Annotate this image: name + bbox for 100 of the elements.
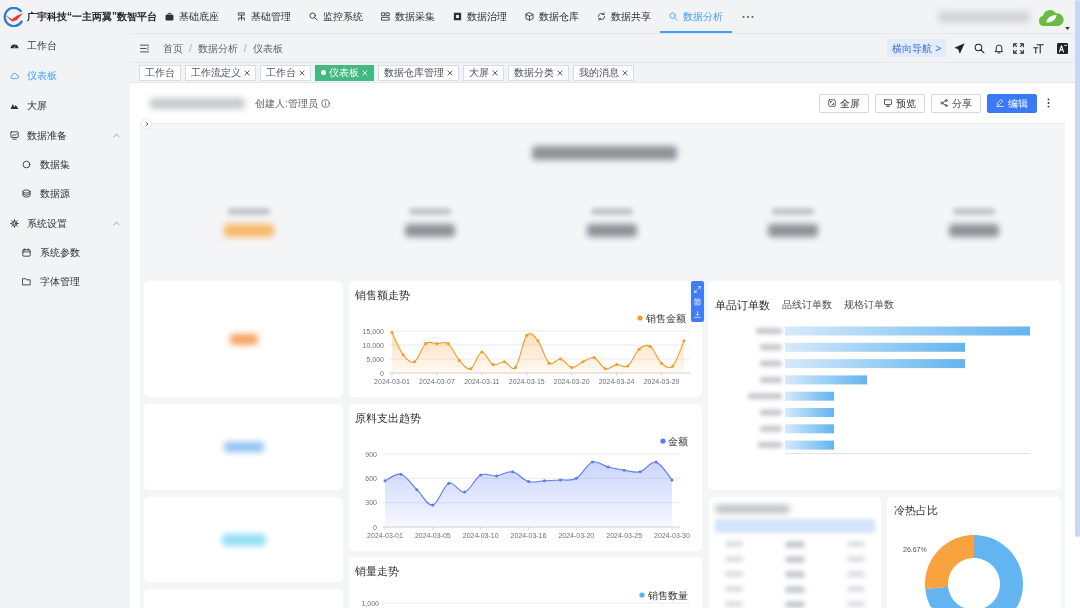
sidebar-subitem[interactable]: 数据源 xyxy=(0,179,130,208)
blurred-value xyxy=(223,442,264,452)
search-icon[interactable] xyxy=(974,42,985,54)
chevron-right-icon xyxy=(144,120,149,127)
menu-toggle-icon[interactable] xyxy=(139,43,150,53)
blurred-cell xyxy=(785,601,805,608)
font-size-icon[interactable] xyxy=(1033,42,1044,54)
logo-text: 广宇科技“一主两翼”数智平台 xyxy=(27,10,157,24)
logo-icon xyxy=(2,6,24,27)
nav-tab[interactable]: 数据治理 xyxy=(444,0,516,33)
blurred-cell xyxy=(785,541,805,548)
action-button[interactable]: 全屏 xyxy=(819,93,869,113)
breadcrumb-item[interactable]: 数据分析 xyxy=(197,40,238,56)
bell-icon[interactable] xyxy=(994,42,1004,54)
nav-tab[interactable]: 基础管理 xyxy=(228,0,300,33)
nav-tab[interactable]: 数据仓库 xyxy=(516,0,588,33)
data-point xyxy=(401,353,405,357)
data-point xyxy=(390,330,394,334)
sidebar-subitem[interactable]: 字体管理 xyxy=(0,267,130,296)
database-icon xyxy=(22,189,31,198)
data-point xyxy=(527,480,530,484)
bar xyxy=(785,408,834,417)
blurred-cell xyxy=(847,556,865,562)
nav-tab[interactable]: 基础底座 xyxy=(156,0,228,33)
legend-label: 销售金额 xyxy=(646,312,686,324)
blurred-label xyxy=(760,376,782,383)
sidebar-item[interactable]: 大屏 xyxy=(0,90,130,120)
gear-icon xyxy=(10,218,19,228)
data-point xyxy=(415,488,419,492)
download-icon[interactable] xyxy=(694,310,701,318)
expand-icon[interactable] xyxy=(694,285,701,293)
page-tab[interactable]: 数据仓库管理 xyxy=(378,64,459,81)
nav-tab[interactable]: 数据共享 xyxy=(588,0,660,33)
bar xyxy=(785,424,834,434)
blurred-cell xyxy=(785,586,805,593)
page-tab[interactable]: 大屏 xyxy=(463,64,504,81)
action-button[interactable]: 编辑 xyxy=(987,93,1037,113)
blurred-label xyxy=(760,360,782,367)
data-point xyxy=(447,481,451,485)
monitor-chart-icon xyxy=(10,130,19,140)
close-icon[interactable] xyxy=(557,69,563,76)
data-point xyxy=(502,360,506,364)
chart-title: 销售额走势 xyxy=(354,288,410,303)
blurred-value xyxy=(767,224,818,237)
breadcrumb-separator: / xyxy=(243,41,247,56)
bar xyxy=(785,440,834,450)
close-icon[interactable] xyxy=(622,69,628,76)
sidebar-item[interactable]: 系统设置 xyxy=(0,208,130,238)
scrollbar-thumb[interactable] xyxy=(1075,0,1080,537)
action-button[interactable]: 预览 xyxy=(875,93,925,113)
data-point xyxy=(495,474,499,478)
briefcase-icon xyxy=(165,12,174,21)
more-vertical-icon[interactable] xyxy=(1047,98,1050,108)
blurred-cell xyxy=(725,586,743,592)
blurred-cell xyxy=(725,571,743,577)
sidebar-subitem[interactable]: 系统参数 xyxy=(0,238,130,267)
more-icon[interactable] xyxy=(742,14,754,19)
data-point xyxy=(536,339,540,343)
creator-label: 创建人:管理员 xyxy=(255,96,318,111)
data-point xyxy=(682,339,686,343)
info-icon[interactable] xyxy=(320,98,330,108)
data-point xyxy=(603,367,607,371)
blurred-label xyxy=(758,442,782,449)
legend-label: 销售数量 xyxy=(648,589,688,601)
close-icon[interactable] xyxy=(447,69,453,76)
sidebar-item[interactable]: 工作台 xyxy=(0,30,130,60)
breadcrumb-item[interactable]: 首页 xyxy=(163,40,183,56)
chart-tab[interactable]: 品线订单数 xyxy=(782,297,832,312)
fullscreen-icon[interactable] xyxy=(1013,42,1024,54)
circle-icon xyxy=(22,160,31,169)
caret-icon[interactable] xyxy=(1065,26,1070,30)
data-point xyxy=(558,478,562,482)
breadcrumb-item: 仪表板 xyxy=(252,41,283,56)
data-point xyxy=(648,344,652,348)
page-tab[interactable]: 我的消息 xyxy=(573,64,634,81)
nav-mode-button[interactable]: 横向导航 > xyxy=(887,39,946,57)
sidebar-item[interactable]: 数据准备 xyxy=(0,120,130,150)
page-tab[interactable]: 工作台 xyxy=(260,64,311,81)
monitor-icon xyxy=(884,99,892,107)
sidebar-subitem[interactable]: 数据集 xyxy=(0,150,130,179)
calendar-icon xyxy=(22,248,31,257)
legend-label: 金额 xyxy=(668,435,688,447)
close-icon[interactable] xyxy=(492,69,498,76)
cube-icon xyxy=(525,12,534,21)
nav-tab[interactable]: 监控系统 xyxy=(300,0,372,33)
close-icon[interactable] xyxy=(244,69,250,76)
chart-tab[interactable]: 规格订单数 xyxy=(844,297,894,312)
chart-tab[interactable]: 单品订单数 xyxy=(715,297,770,312)
breadcrumb-separator: / xyxy=(189,41,192,56)
page-tab[interactable]: 工作流定义 xyxy=(185,64,256,81)
send-icon[interactable] xyxy=(954,42,965,54)
data-point xyxy=(431,503,435,507)
pencil-icon xyxy=(996,99,1004,107)
page-tab[interactable]: 数据分类 xyxy=(508,64,569,81)
nav-tab[interactable]: 数据采集 xyxy=(372,0,444,33)
page-tab[interactable]: 工作台 xyxy=(139,64,181,81)
translate-icon[interactable] xyxy=(1057,42,1068,54)
close-icon[interactable] xyxy=(299,69,305,76)
chip-icon xyxy=(453,12,462,21)
action-button[interactable]: 分享 xyxy=(931,93,981,113)
